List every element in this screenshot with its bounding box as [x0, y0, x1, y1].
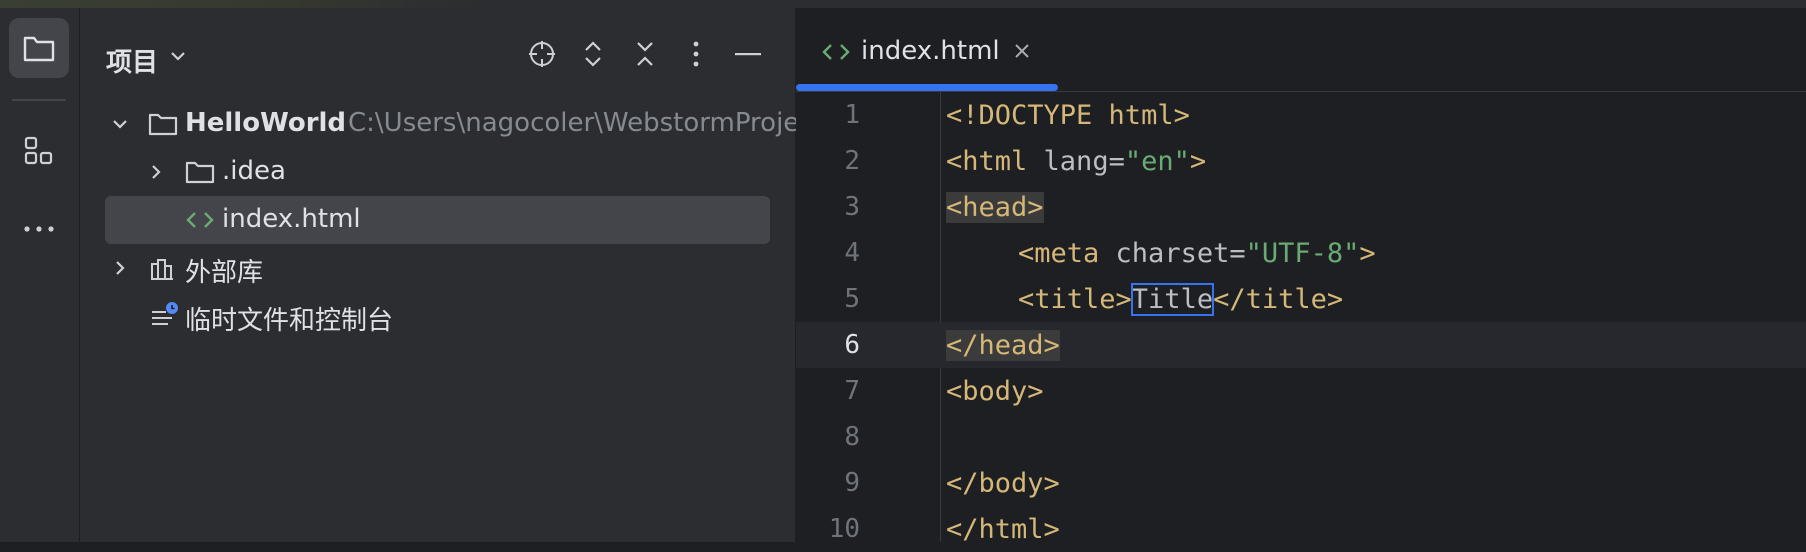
crosshair-icon	[529, 41, 555, 67]
tree-item-label: 临时文件和控制台	[185, 306, 394, 336]
line-number: 8	[844, 422, 860, 452]
structure-icon	[24, 136, 53, 165]
tree-item-index-html[interactable]: index.html	[80, 196, 795, 244]
active-tab-indicator	[796, 84, 1058, 91]
tab-index-html[interactable]: index.html	[796, 8, 1058, 91]
line-number: 2	[844, 146, 860, 176]
line-number: 3	[844, 192, 860, 222]
line-number: 10	[828, 514, 860, 544]
more-tools-button[interactable]	[9, 199, 69, 259]
library-icon	[151, 259, 173, 280]
code-text[interactable]: </body>	[946, 468, 1060, 499]
code-text[interactable]: <body>	[946, 376, 1044, 407]
code-text[interactable]: <head>	[946, 192, 1044, 223]
tree-item-scratches[interactable]: 临时文件和控制台	[80, 292, 795, 340]
project-path: C:\Users\nagocoler\WebstormProje	[348, 108, 800, 138]
minimize-icon	[735, 53, 761, 56]
code-line[interactable]: 3 <head>	[796, 184, 1806, 230]
tab-label: index.html	[861, 36, 1000, 66]
options-button[interactable]	[678, 36, 714, 72]
project-panel-header: 项目	[80, 8, 795, 92]
editor-area: index.html 1 <!DOCTYPE html> 2 <html lan…	[796, 8, 1806, 545]
code-text[interactable]: <!DOCTYPE html>	[946, 100, 1190, 131]
line-number: 1	[844, 100, 860, 130]
chevron-down-icon[interactable]	[110, 114, 130, 134]
line-number: 6	[844, 330, 860, 360]
line-number: 4	[844, 238, 860, 268]
code-line[interactable]: 4 <meta charset="UTF-8">	[796, 230, 1806, 276]
code-line[interactable]: 8	[796, 414, 1806, 460]
chevron-right-icon[interactable]	[110, 258, 130, 278]
tree-item-helloworld[interactable]: HelloWorld C:\Users\nagocoler\WebstormPr…	[80, 100, 799, 148]
code-text[interactable]: </head>	[946, 330, 1060, 361]
scratches-icon	[152, 302, 178, 325]
code-text[interactable]: </html>	[946, 514, 1060, 545]
collapse-all-button[interactable]	[627, 36, 663, 72]
code-text[interactable]: <meta charset="UTF-8">	[1018, 238, 1376, 269]
panel-title[interactable]: 项目	[106, 42, 158, 79]
expand-all-icon	[585, 41, 601, 67]
close-icon[interactable]	[1013, 42, 1031, 60]
locate-file-button[interactable]	[524, 36, 560, 72]
tree-item-external-libraries[interactable]: 外部库	[80, 244, 795, 292]
text-selection: Title	[1130, 283, 1215, 316]
project-tool-button[interactable]	[9, 18, 69, 78]
code-line-current[interactable]: 6 </head>	[796, 322, 1806, 368]
activity-bar	[0, 8, 80, 542]
line-number: 5	[844, 284, 860, 314]
tree-item-label: .idea	[222, 156, 286, 186]
hide-panel-button[interactable]	[730, 36, 766, 72]
code-text[interactable]: <title>Title</title>	[1018, 283, 1343, 316]
window-top-strip	[0, 0, 1806, 8]
folder-icon	[148, 113, 178, 136]
folder-icon	[185, 161, 215, 184]
folder-icon	[23, 36, 55, 62]
vertical-dots-icon	[693, 41, 699, 67]
tree-item-label: 外部库	[185, 258, 264, 288]
tree-item-label: index.html	[222, 204, 361, 234]
tree-item-label: HelloWorld	[185, 108, 347, 138]
activity-separator	[12, 99, 66, 101]
more-icon	[24, 226, 54, 232]
code-line[interactable]: 1 <!DOCTYPE html>	[796, 92, 1806, 138]
tree-item-idea[interactable]: .idea	[80, 148, 795, 196]
expand-all-button[interactable]	[575, 36, 611, 72]
matched-tag-highlight: </head>	[946, 330, 1060, 361]
project-panel: 项目 HelloWorld C:\Users\nagocoler\Webstor…	[80, 8, 799, 542]
chevron-right-icon[interactable]	[146, 162, 166, 182]
html-file-icon	[186, 212, 214, 228]
code-text[interactable]: <html lang="en">	[946, 146, 1206, 177]
code-line[interactable]: 5 <title>Title</title>	[796, 276, 1806, 322]
code-line[interactable]: 7 <body>	[796, 368, 1806, 414]
line-number: 9	[844, 468, 860, 498]
code-line[interactable]: 10 </html>	[796, 506, 1806, 552]
code-line[interactable]: 2 <html lang="en">	[796, 138, 1806, 184]
line-number: 7	[844, 376, 860, 406]
chevron-down-icon[interactable]	[168, 46, 188, 66]
editor-tab-bar: index.html	[796, 8, 1806, 92]
collapse-all-icon	[637, 42, 653, 66]
code-line[interactable]: 9 </body>	[796, 460, 1806, 506]
structure-tool-button[interactable]	[9, 121, 69, 181]
html-file-icon	[822, 44, 850, 60]
matched-tag-highlight: <head>	[946, 192, 1044, 223]
